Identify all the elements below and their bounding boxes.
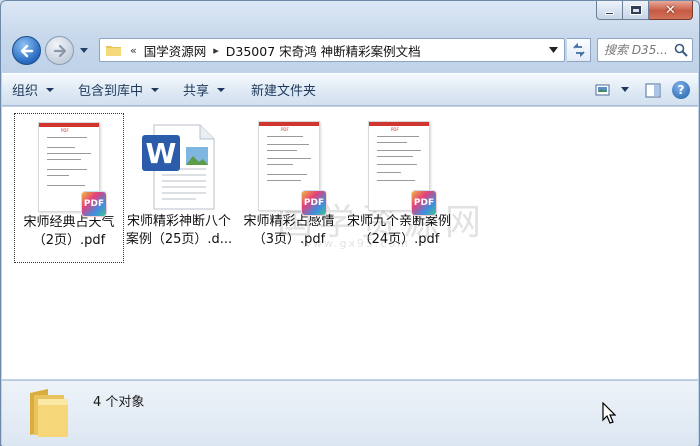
file-item[interactable]: PDF PDF 宋师九个亲断案例（24页）.pdf — [344, 113, 454, 263]
chevron-down-icon — [217, 87, 226, 92]
search-icon[interactable] — [674, 43, 688, 57]
breadcrumb-item-guoxue[interactable]: 国学资源网 — [144, 41, 207, 60]
recent-pages-dropdown-icon[interactable] — [79, 45, 89, 55]
search-box[interactable] — [597, 38, 693, 62]
new-folder-label: 新建文件夹 — [251, 84, 317, 99]
back-arrow-icon — [20, 44, 33, 57]
file-item[interactable]: W 宋师精彩神断八个案例（25页）.d... — [124, 113, 234, 263]
file-item[interactable]: PDF PDF 宋师经典占天气（2页）.pdf — [14, 113, 124, 263]
breadcrumb-overflow[interactable]: « — [130, 44, 137, 57]
caption-buttons: ✕ — [596, 1, 693, 20]
preview-pane-button[interactable] — [640, 78, 666, 102]
file-name: 宋师经典占天气（2页）.pdf — [23, 215, 115, 248]
share-label: 共享 — [183, 84, 210, 99]
close-button[interactable]: ✕ — [649, 1, 693, 20]
view-controls: ? — [590, 78, 694, 102]
pdf-file-icon: PDF PDF — [258, 121, 327, 216]
include-in-library-label: 包含到库中 — [78, 84, 144, 99]
view-icon — [595, 84, 610, 96]
pdf-badge-icon: PDF — [81, 191, 107, 217]
refresh-button[interactable] — [567, 38, 591, 62]
organize-label: 组织 — [12, 84, 39, 99]
preview-pane-icon — [645, 83, 661, 97]
search-input[interactable] — [604, 43, 670, 57]
new-folder-button[interactable]: 新建文件夹 — [241, 78, 326, 102]
breadcrumb-separator[interactable]: ▸ — [213, 44, 219, 57]
pdf-file-icon: PDF PDF — [38, 122, 107, 217]
close-icon: ✕ — [665, 2, 676, 18]
pdf-file-icon: PDF PDF — [368, 121, 437, 216]
minimize-icon — [605, 11, 614, 15]
pdf-badge-icon: PDF — [411, 190, 437, 216]
chevron-down-icon — [621, 87, 629, 92]
share-menu[interactable]: 共享 — [173, 78, 235, 102]
address-bar[interactable]: « 国学资源网 ▸ D35007 宋奇鸿 神断精彩案例文档 — [99, 38, 565, 62]
pdf-header-tag: PDF — [281, 127, 289, 132]
word-letter: W — [146, 137, 177, 170]
item-count: 4 个对象 — [93, 395, 145, 410]
word-document-icon: W — [142, 124, 215, 210]
minimize-button[interactable] — [596, 1, 623, 20]
file-name: 宋师精彩占感情（3页）.pdf — [243, 214, 335, 247]
maximize-icon — [629, 5, 642, 15]
file-item[interactable]: PDF PDF 宋师精彩占感情（3页）.pdf — [234, 113, 344, 263]
command-bar: 组织 包含到库中 共享 新建文件夹 ? — [2, 73, 698, 106]
chevron-down-icon — [151, 87, 160, 92]
refresh-icon — [572, 43, 585, 57]
pdf-header-tag: PDF — [61, 128, 69, 133]
details-pane: 4 个对象 — [2, 380, 698, 446]
address-dropdown-icon[interactable] — [549, 46, 558, 54]
folder-icon — [106, 46, 121, 56]
change-view-button[interactable] — [590, 78, 616, 102]
help-button[interactable]: ? — [668, 78, 694, 102]
help-icon: ? — [672, 81, 690, 99]
file-list-pane: 国学资源网 www.gx95.com PDF PDF 宋师经典占天气（2页）.p… — [2, 107, 698, 379]
breadcrumb-item-current[interactable]: D35007 宋奇鸿 神断精彩案例文档 — [226, 41, 421, 60]
file-name: 宋师精彩神断八个案例（25页）.d... — [125, 214, 233, 247]
navigation-bar: « 国学资源网 ▸ D35007 宋奇鸿 神断精彩案例文档 — [9, 35, 693, 67]
pdf-header-tag: PDF — [391, 127, 399, 132]
back-button[interactable] — [12, 36, 41, 65]
include-in-library-menu[interactable]: 包含到库中 — [68, 78, 169, 102]
forward-button[interactable] — [45, 36, 74, 65]
organize-menu[interactable]: 组织 — [2, 78, 64, 102]
maximize-button[interactable] — [623, 1, 649, 20]
explorer-window: ✕ « 国学资源网 ▸ D35007 宋奇鸿 神断精彩案例文档 组织 — [0, 0, 700, 446]
pdf-badge-icon: PDF — [301, 190, 327, 216]
file-name: 宋师九个亲断案例（24页）.pdf — [346, 214, 451, 247]
chevron-down-icon — [46, 87, 55, 92]
mouse-cursor-icon — [602, 402, 616, 424]
folder-icon — [30, 389, 68, 437]
view-dropdown[interactable] — [618, 78, 632, 102]
forward-arrow-icon — [53, 44, 66, 57]
